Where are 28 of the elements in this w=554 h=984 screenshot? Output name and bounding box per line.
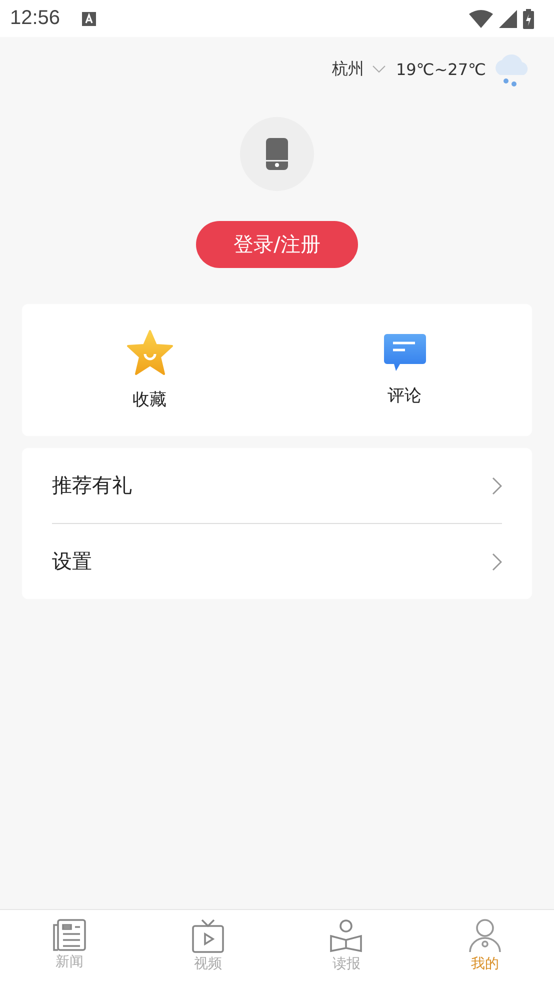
star-icon[interactable]: [126, 330, 174, 376]
temperature-range: 19℃~27℃: [396, 60, 486, 78]
menu-item[interactable]: 设置: [52, 523, 502, 599]
person-icon: [468, 919, 502, 953]
wifi-icon: [469, 10, 493, 28]
city-name[interactable]: 杭州: [332, 58, 364, 80]
phone-icon: [266, 138, 288, 170]
shortcut-label: 评论: [388, 384, 422, 406]
chevron-down-icon[interactable]: [372, 65, 386, 73]
tab[interactable]: 视频: [138, 910, 277, 984]
chevron-right-icon: [492, 476, 502, 494]
tab[interactable]: 我的: [416, 910, 554, 984]
menu-item[interactable]: 推荐有礼: [52, 448, 502, 523]
status-time: 12:56: [10, 7, 60, 30]
menu-label: 推荐有礼: [52, 472, 132, 499]
battery-icon: [523, 8, 534, 28]
tv-icon: [190, 919, 225, 953]
tab[interactable]: 新闻: [0, 910, 138, 984]
tab[interactable]: 读报: [277, 910, 416, 984]
chevron-right-icon: [492, 552, 502, 570]
keyboard-icon: [82, 12, 96, 26]
comment-icon[interactable]: [384, 334, 426, 372]
menu-label: 设置: [52, 548, 92, 575]
signal-icon: [499, 10, 517, 28]
newspaper-icon: [52, 919, 86, 951]
login-button[interactable]: 登录/注册: [196, 221, 358, 268]
reader-icon: [329, 919, 364, 953]
shortcut-label: 收藏: [132, 388, 166, 410]
